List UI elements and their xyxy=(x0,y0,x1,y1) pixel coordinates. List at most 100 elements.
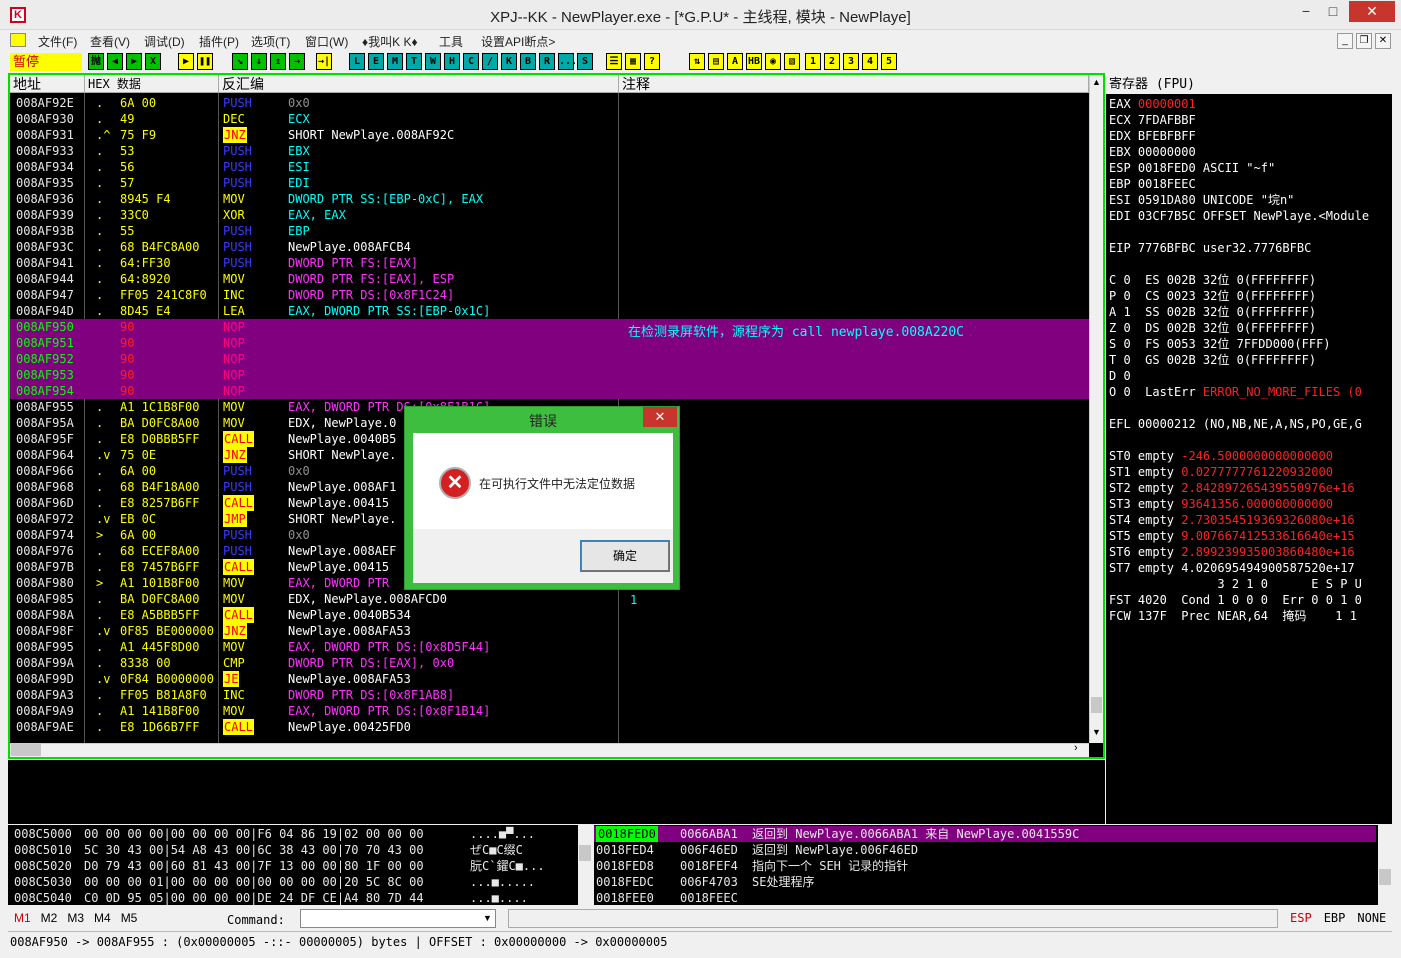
cpu-row[interactable]: 008AF936. 8945 F4 MOV DWORD PTR SS:[EBP-0xC… xyxy=(10,191,1089,207)
header-comment[interactable]: 注释 xyxy=(619,75,1089,93)
mark-m5[interactable]: M5 xyxy=(121,911,138,925)
toolbar-letters-4[interactable]: W xyxy=(425,53,441,70)
cpu-row[interactable]: 008AF94D. 8D45 E4 LEA EAX, DWORD PTR SS:[EB… xyxy=(10,303,1089,319)
dump-row[interactable]: 008C5030 00 00 00 01|00 00 00 00|00 00 00… xyxy=(8,874,578,890)
toolbar-group1-0[interactable]: 抛 xyxy=(88,53,104,70)
stack-scroll-thumb[interactable] xyxy=(1379,869,1391,885)
cpu-horizontal-scrollbar[interactable]: › xyxy=(10,742,1089,757)
hscroll-thumb[interactable] xyxy=(11,744,41,756)
registers-pane[interactable]: 寄存器 (FPU) EAX 00000001 ECX 7FDAFBBF EDX BF… xyxy=(1106,76,1392,824)
toolbar-group6-2[interactable]: A xyxy=(727,53,743,70)
dialog-close-button[interactable]: ✕ xyxy=(643,407,677,427)
toolbar-group3-3[interactable]: → xyxy=(289,53,305,70)
cpu-row[interactable]: 008AF930. 49 DEC ECX xyxy=(10,111,1089,127)
cpu-row[interactable]: 008AF953 90 NOP xyxy=(10,367,1089,383)
dump-scrollbar[interactable] xyxy=(578,825,592,905)
toolbar-group6-0[interactable]: ⇅ xyxy=(689,53,705,70)
mark-m3[interactable]: M3 xyxy=(67,911,84,925)
close-button[interactable]: ✕ xyxy=(1349,1,1395,22)
toolbar-group1-3[interactable]: X xyxy=(145,53,161,70)
toolbar-group1-1[interactable]: ◀ xyxy=(107,53,123,70)
stack-pane[interactable]: 0018FED0 0066ABA1 返回到 NewPlaye.0066ABA1 来自… xyxy=(594,825,1392,905)
stack-row[interactable]: 0018FEE0 0018FEEC xyxy=(594,890,1376,906)
cpu-row[interactable]: 008AF99D .v 0F84 B0000000 JE NewPlaye.008AFA… xyxy=(10,671,1089,687)
stack-row[interactable]: 0018FEDC 006F4703 SE处理程序 xyxy=(594,874,1376,890)
toolbar-group2-0[interactable]: ▶ xyxy=(178,53,194,70)
toolbar-numbers-4[interactable]: 5 xyxy=(881,53,897,70)
stack-row[interactable]: 0018FED4 006F46ED 返回到 NewPlaye.006F46ED xyxy=(594,842,1376,858)
toolbar-letters-9[interactable]: B xyxy=(520,53,536,70)
menu-item-3[interactable]: 插件(P) xyxy=(199,33,239,50)
toolbar-letters-10[interactable]: R xyxy=(539,53,555,70)
cpu-row[interactable]: 008AF954 90 NOP xyxy=(10,383,1089,399)
cpu-row[interactable]: 008AF92E. 6A 00 PUSH 0x0 xyxy=(10,95,1089,111)
toolbar-letters-0[interactable]: L xyxy=(349,53,365,70)
cpu-row[interactable]: 008AF933. 53 PUSH EBX xyxy=(10,143,1089,159)
cpu-vertical-scrollbar[interactable]: ▲ ▼ xyxy=(1089,75,1103,743)
toolbar-letters-12[interactable]: S xyxy=(577,53,593,70)
scroll-up-icon[interactable]: ▲ xyxy=(1092,77,1101,87)
cpu-row[interactable]: 008AF941. 64:FF30 PUSH DWORD PTR FS:[EAX] xyxy=(10,255,1089,271)
cpu-row[interactable]: 008AF985. BA D0FC8A00 MOV EDX, NewPlaye.008… xyxy=(10,591,1089,607)
cpu-row[interactable]: 008AF947. FF05 241C8F0 INC DWORD PTR DS:[0x… xyxy=(10,287,1089,303)
mdi-minimize-button[interactable]: _ xyxy=(1337,33,1353,49)
command-dropdown-icon[interactable]: ▼ xyxy=(480,910,495,927)
menu-item-4[interactable]: 选项(T) xyxy=(251,33,290,50)
cpu-row[interactable]: 008AF935. 57 PUSH EDI xyxy=(10,175,1089,191)
bottom-reg-esp[interactable]: ESP xyxy=(1290,911,1312,925)
toolbar-group2-1[interactable]: ❚❚ xyxy=(197,53,213,70)
scroll-down-icon[interactable]: ▼ xyxy=(1092,727,1101,737)
maximize-button[interactable]: □ xyxy=(1319,1,1347,22)
command-input[interactable] xyxy=(300,909,496,928)
menu-item-7[interactable]: 工具 xyxy=(439,33,463,50)
toolbar-letters-3[interactable]: T xyxy=(406,53,422,70)
minimize-button[interactable]: − xyxy=(1293,1,1319,22)
bottom-reg-ebp[interactable]: EBP xyxy=(1324,911,1346,925)
toolbar-group3-2[interactable]: ↥ xyxy=(270,53,286,70)
cpu-row[interactable]: 008AF931 .^ 75 F9 JNZ SHORT NewPlaye.008AF92… xyxy=(10,127,1089,143)
toolbar-letters-8[interactable]: K xyxy=(501,53,517,70)
registers-title[interactable]: 寄存器 (FPU) xyxy=(1106,76,1392,94)
cpu-row[interactable]: 008AF9A3. FF05 B81A8F0 INC DWORD PTR DS:[0x… xyxy=(10,687,1089,703)
toolbar-numbers-0[interactable]: 1 xyxy=(805,53,821,70)
toolbar-letters-11[interactable]: ... xyxy=(558,53,577,70)
header-hex[interactable]: HEX 数据 xyxy=(85,75,219,93)
dump-row[interactable]: 008C5040 C0 0D 95 05|00 00 00 00|DE 24 DF… xyxy=(8,890,578,906)
bottom-reg-none[interactable]: NONE xyxy=(1357,911,1386,925)
toolbar-letters-7[interactable]: / xyxy=(482,53,498,70)
cpu-row[interactable]: 008AF944. 64:8920 MOV DWORD PTR FS:[EAX], E… xyxy=(10,271,1089,287)
cpu-row[interactable]: 008AF934. 56 PUSH ESI xyxy=(10,159,1089,175)
cpu-row[interactable]: 008AF98F .v 0F85 BE000000 JNZ NewPlaye.008AF… xyxy=(10,623,1089,639)
menu-item-6[interactable]: ♦我叫K K♦ xyxy=(362,33,418,50)
dump-row[interactable]: 008C5010 5C 30 43 00|54 A8 43 00|6C 38 43… xyxy=(8,842,578,858)
toolbar-group5-0[interactable]: ☰ xyxy=(606,53,622,70)
menu-item-5[interactable]: 窗口(W) xyxy=(305,33,348,50)
ok-button[interactable]: 确定 xyxy=(580,540,670,572)
header-disassembly[interactable]: 反汇编 xyxy=(219,75,619,93)
scroll-right-icon[interactable]: › xyxy=(1074,742,1078,754)
cpu-row[interactable]: 008AF939. 33C0 XOR EAX, EAX xyxy=(10,207,1089,223)
cpu-row[interactable]: 008AF99A. 8338 00 CMP DWORD PTR DS:[EAX], 0… xyxy=(10,655,1089,671)
toolbar-letters-1[interactable]: E xyxy=(368,53,384,70)
stack-row[interactable]: 0018FED0 0066ABA1 返回到 NewPlaye.0066ABA1 来自… xyxy=(594,826,1376,842)
menu-item-2[interactable]: 调试(D) xyxy=(144,33,185,50)
cpu-row[interactable]: 008AF995. A1 445F8D00 MOV EAX, DWORD PTR DS… xyxy=(10,639,1089,655)
header-address[interactable]: 地址 xyxy=(10,75,85,93)
toolbar-group6-5[interactable]: ▧ xyxy=(784,53,800,70)
memory-dump-pane[interactable]: 008C5000 00 00 00 00|00 00 00 00|F6 04 86… xyxy=(8,825,592,905)
toolbar-numbers-2[interactable]: 3 xyxy=(843,53,859,70)
mark-m1[interactable]: M1 xyxy=(14,911,31,925)
stack-row[interactable]: 0018FED8 0018FEF4 指向下一个 SEH 记录的指针 xyxy=(594,858,1376,874)
cpu-row[interactable]: 008AF93B. 55 PUSH EBP xyxy=(10,223,1089,239)
cpu-row[interactable]: 008AF93C. 68 B4FC8A00 PUSH NewPlaye.008AFCB… xyxy=(10,239,1089,255)
cpu-row[interactable]: 008AF98A. E8 A5BBB5FF CALL NewPlaye.0040B53… xyxy=(10,607,1089,623)
menu-item-8[interactable]: 设置API断点> xyxy=(481,33,555,50)
cpu-row[interactable]: 008AF9A9. A1 141B8F00 MOV EAX, DWORD PTR DS… xyxy=(10,703,1089,719)
menu-item-0[interactable]: 文件(F) xyxy=(38,33,77,50)
stack-scrollbar[interactable] xyxy=(1378,825,1392,905)
toolbar-group5-2[interactable]: ? xyxy=(644,53,660,70)
kk-menu-icon[interactable] xyxy=(10,33,26,47)
cpu-row[interactable]: 008AF9AE. E8 1D66B7FF CALL NewPlaye.00425FD… xyxy=(10,719,1089,735)
mark-m2[interactable]: M2 xyxy=(41,911,58,925)
dump-row[interactable]: 008C5000 00 00 00 00|00 00 00 00|F6 04 86… xyxy=(8,826,578,842)
